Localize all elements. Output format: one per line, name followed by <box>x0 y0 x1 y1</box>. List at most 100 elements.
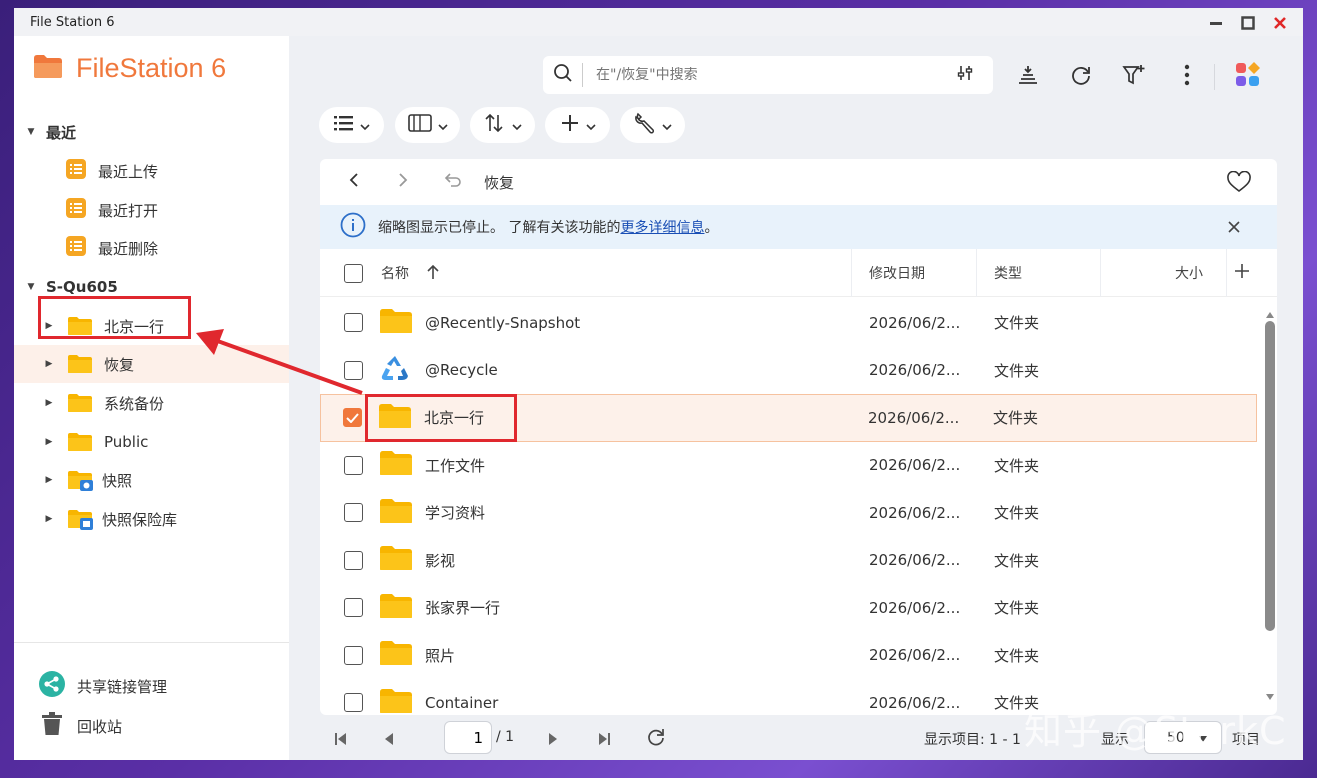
table-row[interactable]: 影视 2026/06/2... 文件夹 <box>320 537 1263 585</box>
column-size[interactable]: 大小 <box>1175 263 1203 283</box>
scrollbar[interactable] <box>1263 297 1277 715</box>
file-type: 文件夹 <box>993 409 1039 428</box>
sidebar-item-snapshot[interactable]: ▶ 快照 <box>14 461 289 499</box>
row-checkbox[interactable] <box>344 693 363 713</box>
favorite-heart-icon[interactable] <box>1227 170 1251 197</box>
preview-button[interactable] <box>395 107 460 143</box>
toolbar-divider <box>1214 64 1215 90</box>
search-input[interactable] <box>596 67 936 83</box>
scroll-up-arrow[interactable] <box>1266 303 1274 322</box>
column-type[interactable]: 类型 <box>994 263 1022 283</box>
folder-icon <box>380 498 412 528</box>
file-name: @Recently-Snapshot <box>425 313 581 332</box>
filter-sliders-icon[interactable] <box>956 64 974 86</box>
file-date: 2026/06/2... <box>868 408 960 427</box>
sidebar-item-recent-delete[interactable]: 最近删除 <box>14 229 289 267</box>
window-title: File Station 6 <box>30 14 115 30</box>
total-pages: / 1 <box>496 729 515 745</box>
last-page-button[interactable] <box>598 733 610 749</box>
sidebar-item-label: 恢复 <box>104 355 135 374</box>
breadcrumb[interactable]: 恢复 <box>484 172 514 193</box>
file-date: 2026/06/2... <box>869 313 961 332</box>
folder-icon <box>380 450 412 480</box>
row-checkbox[interactable] <box>344 598 363 618</box>
list-view-icon <box>333 115 354 135</box>
file-date: 2026/06/2... <box>869 598 961 617</box>
file-date: 2026/06/2... <box>869 693 961 712</box>
table-row[interactable]: @Recently-Snapshot 2026/06/2... 文件夹 <box>320 299 1263 347</box>
column-name[interactable]: 名称 <box>381 263 409 283</box>
row-checkbox[interactable] <box>344 503 363 523</box>
refresh-page-icon[interactable] <box>645 727 667 753</box>
row-checkbox[interactable] <box>344 550 363 570</box>
highlight-box-sidebar <box>38 296 191 339</box>
list-view-button[interactable] <box>319 107 384 143</box>
create-button[interactable] <box>545 107 610 143</box>
scroll-thumb[interactable] <box>1265 321 1275 631</box>
table-row[interactable]: 照片 2026/06/2... 文件夹 <box>320 632 1263 680</box>
sidebar-item-label: 快照 <box>102 471 133 490</box>
first-page-button[interactable] <box>335 733 347 749</box>
more-options-icon[interactable] <box>1170 58 1204 92</box>
caret-right-icon[interactable]: ▶ <box>44 475 54 485</box>
recycle-bin[interactable]: 回收站 <box>41 712 122 740</box>
row-checkbox[interactable] <box>344 645 363 665</box>
folder-icon <box>68 354 92 374</box>
file-type: 文件夹 <box>994 314 1040 333</box>
tools-button[interactable] <box>620 107 685 143</box>
folder-icon <box>380 688 412 715</box>
close-banner-button[interactable] <box>1227 220 1241 238</box>
recycle-bin-label: 回收站 <box>77 717 123 736</box>
back-button[interactable] <box>348 172 360 192</box>
maximize-button[interactable] <box>1239 14 1257 32</box>
background-tasks-icon[interactable] <box>1011 58 1045 92</box>
column-divider <box>976 249 977 297</box>
search-divider <box>582 63 583 87</box>
folder-icon <box>380 640 412 670</box>
chevron-down-icon <box>359 116 370 135</box>
sidebar-item-recent-upload[interactable]: 最近上传 <box>14 152 289 190</box>
share-link-label: 共享链接管理 <box>77 677 168 696</box>
caret-right-icon[interactable]: ▶ <box>44 398 54 408</box>
minimize-button[interactable] <box>1207 14 1225 32</box>
sort-ascending-icon[interactable] <box>427 264 439 284</box>
sidebar-item-snapshot-vault[interactable]: ▶ 快照保险库 <box>14 500 289 538</box>
table-row[interactable]: 学习资料 2026/06/2... 文件夹 <box>320 489 1263 537</box>
column-divider <box>1100 249 1101 297</box>
info-icon <box>340 212 366 242</box>
search-bar[interactable] <box>543 56 993 94</box>
close-button[interactable] <box>1271 14 1289 32</box>
caret-down-icon[interactable]: ▼ <box>26 282 36 292</box>
caret-right-icon[interactable]: ▶ <box>44 514 54 524</box>
sidebar-bottom: 共享链接管理 回收站 <box>14 642 289 736</box>
caret-right-icon[interactable]: ▶ <box>44 359 54 369</box>
share-link-management[interactable]: 共享链接管理 <box>39 671 167 701</box>
section-recent[interactable]: ▼ 最近 <box>14 113 289 151</box>
sidebar-item-recent-open[interactable]: 最近打开 <box>14 191 289 229</box>
snapshot-folder-icon <box>68 470 93 491</box>
add-column-icon[interactable] <box>1234 263 1250 283</box>
refresh-icon[interactable] <box>1064 58 1098 92</box>
forward-button[interactable] <box>397 172 409 192</box>
sidebar-item-label: 最近打开 <box>98 201 159 220</box>
table-row[interactable]: @Recycle 2026/06/2... 文件夹 <box>320 347 1263 395</box>
next-page-button[interactable] <box>548 733 558 749</box>
table-row[interactable]: 工作文件 2026/06/2... 文件夹 <box>320 442 1263 490</box>
row-checkbox[interactable] <box>344 455 363 475</box>
sort-button[interactable] <box>470 107 535 143</box>
folder-icon <box>380 308 412 338</box>
more-details-link[interactable]: 更多详细信息 <box>620 217 704 237</box>
column-date[interactable]: 修改日期 <box>869 263 925 283</box>
search-icon <box>553 63 573 87</box>
sidebar-item-public[interactable]: ▶ Public <box>14 423 289 461</box>
row-checkbox-checked[interactable] <box>343 408 362 428</box>
page-number-input[interactable] <box>444 721 492 754</box>
caret-right-icon[interactable]: ▶ <box>44 437 54 447</box>
add-filter-icon[interactable] <box>1117 58 1151 92</box>
caret-down-icon[interactable]: ▼ <box>26 127 36 137</box>
parent-folder-button[interactable] <box>444 172 462 192</box>
app-center-icon[interactable] <box>1231 58 1265 92</box>
table-row[interactable]: 张家界一行 2026/06/2... 文件夹 <box>320 584 1263 632</box>
prev-page-button[interactable] <box>384 733 394 749</box>
select-all-checkbox[interactable] <box>344 264 363 283</box>
